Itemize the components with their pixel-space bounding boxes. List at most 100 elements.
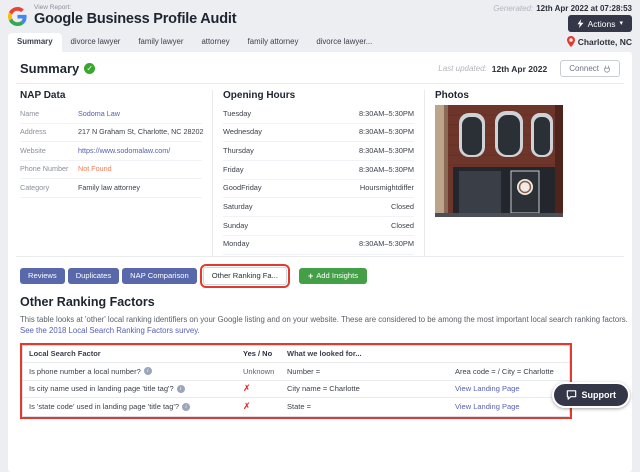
google-logo-icon <box>8 7 27 26</box>
hours-row: GoodFriday Hoursmightdiffer <box>223 180 414 199</box>
info-icon[interactable]: i <box>177 385 185 393</box>
nap-row-website: Website https://www.sodomalaw.com/ <box>20 142 202 161</box>
tab-attorney[interactable]: attorney <box>192 33 238 52</box>
nap-data-section: NAP Data Name Sodoma Law Address 217 N G… <box>16 90 212 256</box>
detail-cell: Area code = / City = Charlotte <box>451 364 569 379</box>
tab-family-attorney[interactable]: family attorney <box>239 33 308 52</box>
result-unknown: Unknown <box>243 367 274 376</box>
table-row: Is 'state code' used in landing page 'ti… <box>23 398 569 416</box>
ranking-heading: Other Ranking Factors <box>20 295 620 309</box>
add-insights-button[interactable]: + Add Insights <box>299 268 367 284</box>
hours-row: Monday 8:30AM–5:30PM <box>223 236 414 255</box>
other-ranking-factors-section: Other Ranking Factors This table looks a… <box>16 285 624 419</box>
info-icon[interactable]: i <box>144 367 152 375</box>
factor-text: Is 'state code' used in landing page 'ti… <box>29 402 179 411</box>
view-landing-page-link[interactable]: View Landing Page <box>451 399 569 414</box>
support-button[interactable]: Support <box>552 382 631 408</box>
cross-icon: ✗ <box>243 383 251 393</box>
business-photo[interactable] <box>435 105 563 217</box>
nap-row-phone: Phone Number Not Found <box>20 161 202 180</box>
tab-divorce-lawyer[interactable]: divorce lawyer <box>62 33 130 52</box>
factor-cell: Is city name used in landing page 'title… <box>23 381 241 396</box>
survey-link[interactable]: See the 2018 Local Search Ranking Factor… <box>20 326 200 335</box>
hours-row: Sunday Closed <box>223 217 414 236</box>
day-hours: Closed <box>391 222 414 231</box>
chat-bubble-icon <box>566 390 577 400</box>
brand: View Report: Google Business Profile Aud… <box>8 4 236 27</box>
tab-nap-comparison[interactable]: NAP Comparison <box>122 268 197 284</box>
tab-other-ranking-factors[interactable]: Other Ranking Fa... <box>203 267 287 285</box>
map-pin-icon <box>567 36 575 47</box>
day-label: Friday <box>223 166 244 175</box>
location-selector[interactable]: Charlotte, NC <box>567 36 632 52</box>
generated-label: Generated: <box>493 4 533 13</box>
summary-heading: Summary <box>20 61 79 76</box>
connect-button[interactable]: Connect <box>560 60 620 77</box>
photos-heading: Photos <box>435 90 614 101</box>
last-updated-value: 12th Apr 2022 <box>492 64 547 74</box>
day-label: Tuesday <box>223 110 251 119</box>
card-header: Summary ✓ Last updated: 12th Apr 2022 Co… <box>16 58 624 84</box>
location-label: Charlotte, NC <box>578 37 632 47</box>
chevron-down-icon: ▾ <box>619 20 623 27</box>
looked-for-cell: State = <box>285 399 451 414</box>
day-hours: Hoursmightdiffer <box>360 184 414 193</box>
header-yes-no: Yes / No <box>241 346 285 361</box>
table-row: Is city name used in landing page 'title… <box>23 381 569 399</box>
website-link[interactable]: https://www.sodomalaw.com/ <box>78 147 170 156</box>
table-header-row: Local Search Factor Yes / No What we loo… <box>23 346 569 364</box>
nap-row-name: Name Sodoma Law <box>20 105 202 124</box>
business-category: Family law attorney <box>78 184 140 193</box>
tab-family-lawyer[interactable]: family lawyer <box>129 33 192 52</box>
nap-row-address: Address 217 N Graham St, Charlotte, NC 2… <box>20 124 202 143</box>
nap-heading: NAP Data <box>20 90 202 101</box>
table-row: Is phone number a local number? i Unknow… <box>23 363 569 381</box>
header-what-we-looked-for: What we looked for... <box>285 346 451 361</box>
tab-reviews[interactable]: Reviews <box>20 268 65 284</box>
result-cell: Unknown <box>241 364 285 379</box>
top-bar: View Report: Google Business Profile Aud… <box>0 0 640 32</box>
day-hours: 8:30AM–5:30PM <box>359 128 414 137</box>
connect-label: Connect <box>569 64 599 73</box>
day-label: Saturday <box>223 203 253 212</box>
day-label: Sunday <box>223 222 248 231</box>
top-right: Generated:12th Apr 2022 at 07:28:53 Acti… <box>493 4 632 32</box>
photos-section: Photos <box>424 90 624 256</box>
header-detail <box>451 351 569 357</box>
business-name-link[interactable]: Sodoma Law <box>78 110 120 119</box>
looked-for-cell: City name = Charlotte <box>285 381 451 396</box>
page-title: Google Business Profile Audit <box>34 11 236 27</box>
actions-button[interactable]: Actions ▾ <box>568 15 632 32</box>
result-cell: ✗ <box>241 399 285 414</box>
tab-summary[interactable]: Summary <box>8 33 62 52</box>
report-tab-bar: Summary divorce lawyer family lawyer att… <box>0 32 640 52</box>
generated-timestamp: Generated:12th Apr 2022 at 07:28:53 <box>493 4 632 13</box>
actions-label: Actions <box>588 19 616 29</box>
nap-label: Name <box>20 110 78 119</box>
generated-value: 12th Apr 2022 at 07:28:53 <box>536 4 632 13</box>
tab-divorce-lawyer-2[interactable]: divorce lawyer... <box>307 33 381 52</box>
ranking-description: This table looks at 'other' local rankin… <box>20 314 632 337</box>
hours-heading: Opening Hours <box>223 90 414 101</box>
nap-label: Category <box>20 184 78 193</box>
last-updated-label: Last updated: <box>438 64 486 73</box>
lightning-icon <box>577 19 584 28</box>
day-hours: 8:30AM–5:30PM <box>359 110 414 119</box>
tab-duplicates[interactable]: Duplicates <box>68 268 119 284</box>
factor-cell: Is phone number a local number? i <box>23 364 241 379</box>
factor-text: Is city name used in landing page 'title… <box>29 384 174 393</box>
view-report-label: View Report: <box>34 4 236 11</box>
hours-row: Wednesday 8:30AM–5:30PM <box>223 124 414 143</box>
day-hours: 8:30AM–5:30PM <box>359 240 414 249</box>
factor-cell: Is 'state code' used in landing page 'ti… <box>23 399 241 414</box>
nap-label: Phone Number <box>20 165 78 174</box>
summary-columns: NAP Data Name Sodoma Law Address 217 N G… <box>16 84 624 257</box>
info-icon[interactable]: i <box>182 403 190 411</box>
hours-row: Saturday Closed <box>223 198 414 217</box>
day-hours: 8:30AM–5:30PM <box>359 147 414 156</box>
nap-label: Address <box>20 128 78 137</box>
cross-icon: ✗ <box>243 401 251 411</box>
support-label: Support <box>582 390 617 400</box>
ranking-factors-table: Local Search Factor Yes / No What we loo… <box>22 345 570 417</box>
header-local-search-factor: Local Search Factor <box>23 346 241 361</box>
